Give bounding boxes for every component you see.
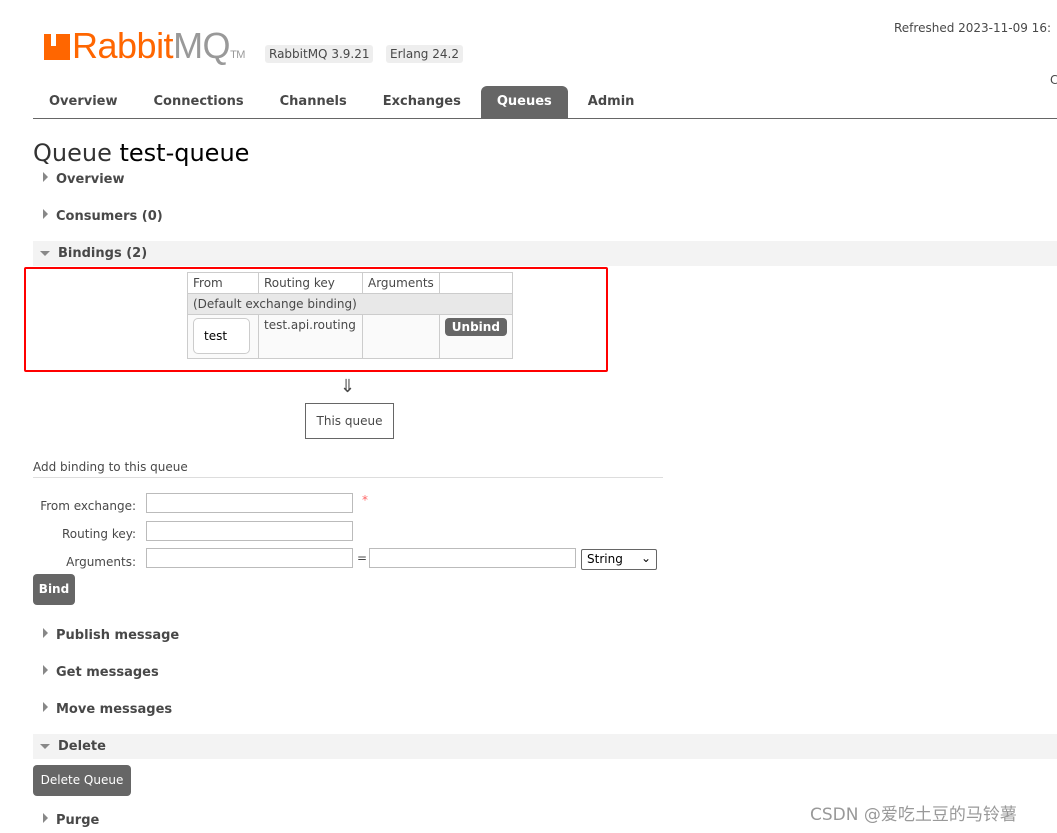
watermark: CSDN @爱吃土豆的马铃薯: [810, 805, 1017, 825]
version-badge: RabbitMQ 3.9.21: [265, 45, 374, 63]
section-overview[interactable]: Overview: [33, 167, 1057, 192]
from-exchange-input[interactable]: [146, 493, 353, 513]
section-move[interactable]: Move messages: [33, 697, 1057, 722]
rabbitmq-logo[interactable]: RabbitMQTM: [44, 26, 245, 75]
down-arrow-icon: ⇓: [340, 376, 356, 397]
tab-exchanges[interactable]: Exchanges: [367, 86, 477, 118]
collapse-icon: [40, 251, 50, 256]
section-get[interactable]: Get messages: [33, 660, 1057, 685]
collapse-icon: [40, 744, 50, 749]
table-row: test test.api.routing Unbind: [187, 314, 513, 359]
argument-value-input[interactable]: [369, 548, 576, 568]
section-publish[interactable]: Publish message: [33, 623, 1057, 648]
main-nav: Overview Connections Channels Exchanges …: [33, 86, 1057, 119]
refreshed-text: Refreshed 2023-11-09 16:: [894, 21, 1051, 35]
cluster-text: C: [1050, 73, 1057, 87]
bind-button[interactable]: Bind: [33, 574, 75, 605]
exchange-link[interactable]: test: [193, 318, 250, 354]
rabbit-logo-icon: [44, 34, 70, 60]
tab-admin[interactable]: Admin: [572, 86, 651, 118]
this-queue-box: This queue: [305, 403, 394, 439]
argument-key-input[interactable]: [146, 548, 353, 568]
chevron-down-icon: ⌄: [640, 551, 651, 565]
bindings-table: From Routing key Arguments (Default exchan…: [187, 272, 513, 359]
add-binding-title: Add binding to this queue: [33, 460, 663, 478]
routing-key-input[interactable]: [146, 521, 353, 541]
expand-icon: [43, 209, 48, 219]
unbind-button[interactable]: Unbind: [444, 318, 507, 336]
expand-icon: [43, 628, 48, 638]
delete-queue-button[interactable]: Delete Queue: [33, 765, 131, 796]
expand-icon: [43, 702, 48, 712]
tab-channels[interactable]: Channels: [264, 86, 363, 118]
tab-queues[interactable]: Queues: [480, 86, 568, 118]
tab-connections[interactable]: Connections: [138, 86, 260, 118]
expand-icon: [43, 813, 48, 823]
erlang-badge: Erlang 24.2: [386, 45, 463, 63]
section-delete[interactable]: Delete: [33, 734, 1057, 759]
tab-overview[interactable]: Overview: [33, 86, 134, 118]
page-title: Queue test-queue: [33, 139, 250, 167]
section-bindings[interactable]: Bindings (2): [33, 241, 1057, 266]
argument-type-select[interactable]: String ⌄: [581, 549, 657, 570]
expand-icon: [43, 172, 48, 182]
section-consumers[interactable]: Consumers (0): [33, 204, 1057, 229]
expand-icon: [43, 665, 48, 675]
